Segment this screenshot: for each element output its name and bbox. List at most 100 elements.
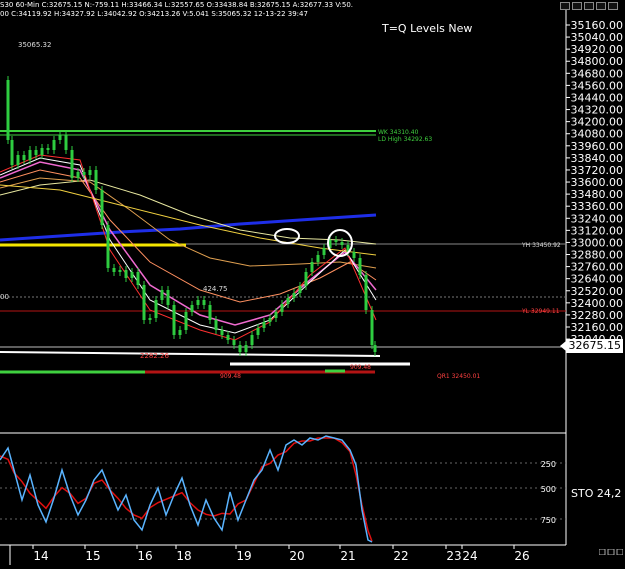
candle-body <box>340 242 344 245</box>
grid-button[interactable] <box>596 2 606 10</box>
candle-body <box>76 172 80 178</box>
candle-body <box>304 272 308 286</box>
time-axis-label: 26 <box>514 549 529 563</box>
candle-body <box>226 335 230 340</box>
chart-window: 250 500 750 35160.00 35040.00 34920.00 34800.… <box>0 0 625 565</box>
candle-body <box>142 285 146 320</box>
candle-body <box>166 290 170 305</box>
price-axis-label: 33120.00 <box>571 224 624 237</box>
q-level-label: QR1 32450.01 <box>437 373 480 380</box>
time-axis-label: 19 <box>236 549 251 563</box>
time-axis-label: 23 <box>446 549 461 563</box>
ma-value-label: 424.75 <box>203 285 228 293</box>
green-level-label-a: WK 34310.40 <box>378 129 419 136</box>
candle-body <box>88 170 92 175</box>
price-axis-label: 33360.00 <box>571 200 624 213</box>
price-axis-label: 34440.00 <box>571 91 624 104</box>
price-axis-label: 32280.00 <box>571 309 624 322</box>
candle-body <box>64 135 68 150</box>
left-cut-label: 00 <box>0 293 9 301</box>
price-axis-label: 32520.00 <box>571 285 624 298</box>
time-axis-label: 14 <box>33 549 48 563</box>
candle-body <box>34 150 38 155</box>
price-axis-label: 32760.00 <box>571 261 624 274</box>
candle-body <box>370 310 374 345</box>
close-button[interactable] <box>608 2 618 10</box>
candle-body <box>130 272 134 278</box>
price-axis-label: 34560.00 <box>571 79 624 92</box>
candle-body <box>6 80 10 140</box>
candle-body <box>118 270 122 272</box>
candle-body <box>70 150 74 178</box>
current-price-marker: 32675.15 <box>566 339 623 353</box>
low-label: 2282.26 <box>140 352 169 360</box>
chart-canvas[interactable]: 250 500 750 35160.0035040.0034920.0034800.… <box>0 0 625 565</box>
candle-body <box>334 240 338 242</box>
candle-body <box>250 335 254 345</box>
restore-button[interactable] <box>572 2 582 10</box>
minimize-button[interactable] <box>560 2 570 10</box>
symbol-label: S30 60-Min <box>0 1 40 9</box>
candle-body <box>40 148 44 155</box>
price-axis-label: 34920.00 <box>571 43 624 56</box>
candle-body <box>202 300 206 305</box>
candle-body <box>208 305 212 320</box>
green-level-label-b: LD High 34292.63 <box>378 136 432 143</box>
candle-body <box>238 345 242 352</box>
sto-scale-label: 250 <box>541 460 556 469</box>
price-axis-label: 34200.00 <box>571 116 624 129</box>
candle-body <box>268 318 272 322</box>
candle-body <box>262 322 266 328</box>
candle-body <box>358 258 362 275</box>
candle-body <box>292 293 296 298</box>
candle-body <box>310 262 314 272</box>
peak-label: 35065.32 <box>18 41 51 49</box>
candle-body <box>373 345 377 352</box>
candle-body <box>190 305 194 312</box>
price-axis-label: 32880.00 <box>571 249 624 262</box>
candle-body <box>124 270 128 278</box>
sto-indicator-label: STO 24,2 <box>571 487 622 500</box>
yl-level-label: YL 32949.11 <box>521 308 560 315</box>
time-axis-label: 18 <box>176 549 191 563</box>
candle-body <box>322 248 326 255</box>
price-axis-label: 32400.00 <box>571 297 624 310</box>
yh-level-label: YH 33450.92 <box>521 242 561 249</box>
candle-body <box>220 330 224 335</box>
candle-body <box>46 148 50 150</box>
candle-body <box>286 298 290 304</box>
candle-body <box>274 312 278 318</box>
candle-body <box>160 290 164 300</box>
candle-body <box>136 272 140 285</box>
price-axis-label: 32640.00 <box>571 273 624 286</box>
candle-body <box>172 305 176 335</box>
candle-body <box>184 312 188 330</box>
candle-body <box>280 304 284 312</box>
candle-body <box>58 135 62 140</box>
time-axis-label: 24 <box>462 549 477 563</box>
price-axis-label: 32160.00 <box>571 321 624 334</box>
scroll-controls[interactable] <box>599 549 623 555</box>
options-button[interactable] <box>584 2 594 10</box>
candle-body <box>178 330 182 335</box>
candle-body <box>112 268 116 272</box>
candle-body <box>148 318 152 320</box>
price-axis-label: 33600.00 <box>571 176 624 189</box>
price-axis-label: 34800.00 <box>571 55 624 68</box>
candle-body <box>106 225 110 268</box>
candle-body <box>364 275 368 310</box>
red-small-label-b: 909.48 <box>350 364 371 371</box>
price-axis-label: 34080.00 <box>571 128 624 141</box>
candle-body <box>154 300 158 318</box>
time-axis-label: 15 <box>85 549 100 563</box>
sto-scale-label: 750 <box>541 516 556 525</box>
price-axis-label: 35040.00 <box>571 31 624 44</box>
time-axis-label: 16 <box>137 549 152 563</box>
candle-body <box>16 155 20 165</box>
sto-scale-label: 500 <box>541 485 556 494</box>
price-axis-label: 35160.00 <box>571 19 624 32</box>
time-axis-label: 22 <box>393 549 408 563</box>
candle-body <box>244 345 248 352</box>
candle-body <box>196 300 200 305</box>
time-axis-label: 21 <box>340 549 355 563</box>
